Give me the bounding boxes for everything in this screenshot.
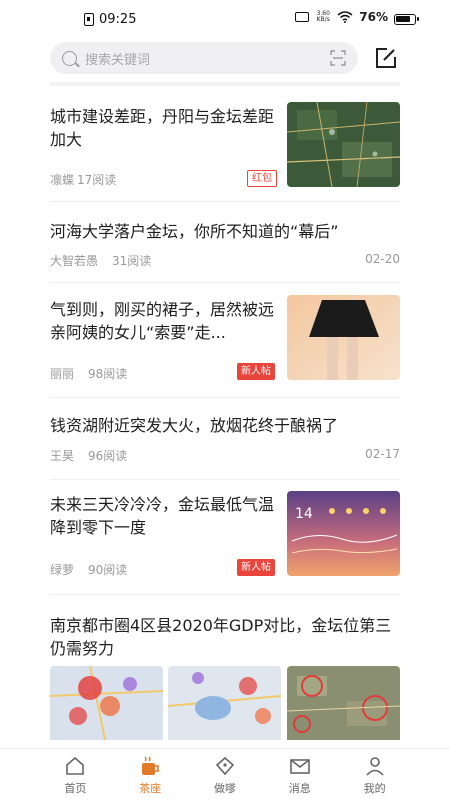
post-date: 02-20	[365, 252, 400, 266]
post-thumbnail[interactable]	[287, 102, 400, 187]
post-thumbnail[interactable]	[287, 295, 400, 380]
new-user-badge: 新人帖	[237, 363, 275, 380]
battery-icon	[394, 14, 419, 25]
tab-label: 我的	[363, 782, 386, 795]
feed-item[interactable]: 河海大学落户金坛，你所不知道的“幕后” 大智若愚 31阅读 02-20	[50, 202, 400, 283]
feed-item[interactable]: 城市建设差距，丹阳与金坛差距加大 凛蝶 17阅读 红包	[50, 86, 400, 202]
mail-icon	[289, 759, 310, 774]
weather-card-image: 14	[287, 491, 400, 576]
post-meta: 王昊 96阅读	[50, 447, 127, 464]
post-title[interactable]: 气到则，刚买的裙子，居然被远亲阿姨的女儿“索要”走...	[50, 298, 275, 344]
status-time: 09:25	[99, 11, 137, 27]
edit-post-icon[interactable]	[374, 46, 398, 70]
post-author: 丽丽	[50, 367, 75, 381]
post-thumbnail[interactable]	[287, 666, 400, 740]
post-thumbnail[interactable]: 14	[287, 491, 400, 576]
post-reads: 96阅读	[88, 449, 128, 463]
diamond-icon	[215, 756, 235, 776]
post-author: 绿萝	[50, 563, 75, 577]
tab-messages[interactable]: 消息	[270, 749, 330, 800]
new-user-badge: 新人帖	[237, 559, 275, 576]
post-title[interactable]: 钱资湖附近突发大火，放烟花终于酿祸了	[50, 414, 400, 437]
net-speed: 3.60 KB/s	[316, 10, 330, 23]
post-reads: 17阅读	[77, 173, 117, 187]
post-meta: 大智若愚 31阅读	[50, 252, 151, 269]
post-reads: 31阅读	[112, 254, 152, 268]
post-date: 02-17	[365, 447, 400, 461]
tab-label: 首页	[64, 782, 87, 795]
post-author: 大智若愚	[50, 254, 99, 268]
feed-item[interactable]: 南京都市圈4区县2020年GDP对比，金坛位第三仍需努力	[50, 595, 400, 740]
post-author: 王昊	[50, 449, 75, 463]
status-left: 09:25	[84, 12, 136, 27]
post-title[interactable]: 河海大学落户金坛，你所不知道的“幕后”	[50, 220, 400, 243]
weather-temp: 14	[295, 506, 313, 522]
person-icon	[365, 757, 384, 776]
post-title[interactable]: 南京都市圈4区县2020年GDP对比，金坛位第三仍需努力	[50, 614, 400, 660]
post-feed: 城市建设差距，丹阳与金坛差距加大 凛蝶 17阅读 红包 河海大学落户金坛，你所不…	[50, 86, 400, 740]
post-title[interactable]: 未来三天冷冷冷，金坛最低气温降到零下一度	[50, 493, 275, 539]
search-input[interactable]: 搜索关键词	[50, 42, 358, 74]
status-right: 3.60 KB/s 76%	[295, 10, 388, 24]
tab-home[interactable]: 首页	[45, 749, 105, 800]
post-author: 凛蝶	[50, 173, 75, 187]
post-title[interactable]: 城市建设差距，丹阳与金坛差距加大	[50, 105, 275, 151]
post-thumbnail[interactable]	[50, 666, 163, 740]
post-reads: 90阅读	[88, 563, 128, 577]
tab-tea-house[interactable]: 茶座	[120, 749, 180, 800]
wifi-icon	[337, 11, 353, 23]
search-icon	[62, 50, 77, 66]
scan-icon[interactable]	[330, 50, 346, 66]
vibrate-icon	[295, 12, 310, 22]
bottom-tab-bar: 首页 茶座 做嗲 消息 我的	[0, 748, 450, 800]
post-meta: 绿萝 90阅读	[50, 561, 127, 578]
tab-profile[interactable]: 我的	[345, 749, 405, 800]
tab-create[interactable]: 做嗲	[195, 749, 255, 800]
tab-label: 消息	[288, 782, 311, 795]
post-meta: 丽丽 98阅读	[50, 365, 127, 382]
feed-item[interactable]: 钱资湖附近突发大火，放烟花终于酿祸了 王昊 96阅读 02-17	[50, 398, 400, 480]
heat-map-image	[168, 666, 281, 740]
battery-percent: 76%	[359, 10, 388, 24]
map-satellite-image	[287, 102, 400, 187]
tab-label: 茶座	[139, 782, 162, 795]
post-meta: 凛蝶 17阅读	[50, 171, 116, 188]
feed-item[interactable]: 未来三天冷冷冷，金坛最低气温降到零下一度 绿萝 90阅读 新人帖 14	[50, 480, 400, 595]
search-placeholder: 搜索关键词	[85, 52, 151, 68]
feed-item[interactable]: 气到则，刚买的裙子，居然被远亲阿姨的女儿“索要”走... 丽丽 98阅读 新人帖	[50, 283, 400, 398]
tea-cup-icon	[142, 756, 159, 775]
heat-map-image	[50, 666, 163, 740]
red-packet-badge: 红包	[247, 170, 277, 187]
sim-card-icon	[84, 12, 94, 26]
post-thumbnail[interactable]	[168, 666, 281, 740]
post-reads: 98阅读	[88, 367, 128, 381]
skirt-photo	[287, 295, 400, 380]
satellite-map-image	[287, 666, 400, 740]
tab-label: 做嗲	[213, 782, 236, 795]
home-icon	[66, 756, 85, 775]
